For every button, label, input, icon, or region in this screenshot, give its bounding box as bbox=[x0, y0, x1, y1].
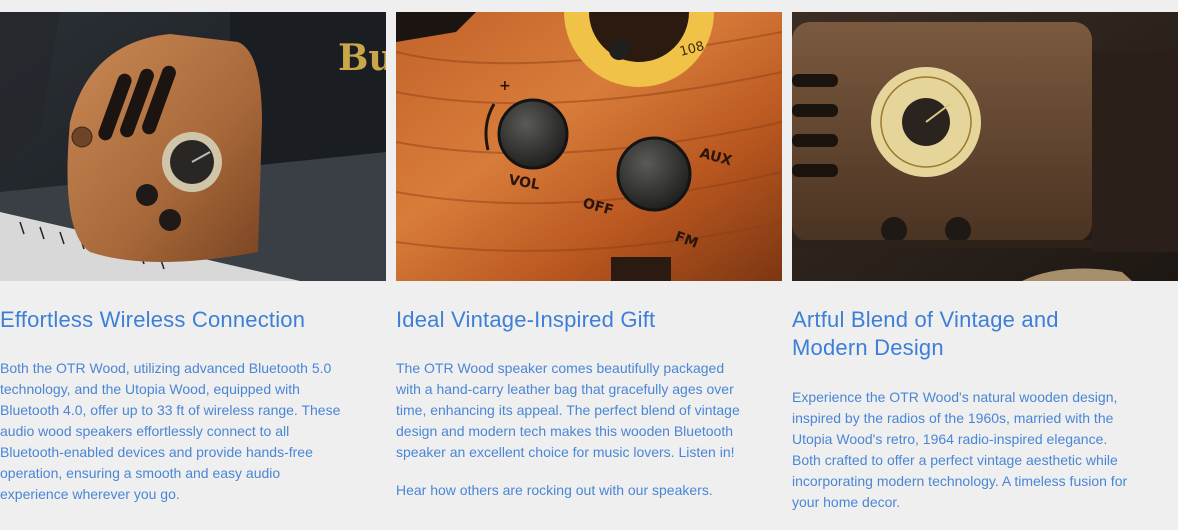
feature-card-gift: 108 + VOL OFF AUX FM Ideal Vintage-Inspi… bbox=[396, 12, 782, 501]
card-title: Effortless Wireless Connection bbox=[0, 307, 306, 332]
utopia-wood-speaker-image bbox=[792, 12, 1178, 281]
plus-label: + bbox=[499, 78, 511, 94]
card-title: Artful Blend of Vintage and Modern Desig… bbox=[792, 307, 1059, 360]
book-logo-text: Bu bbox=[338, 37, 386, 79]
feature-card-wireless: Bu Effortless Wireless Connection Both t… bbox=[0, 12, 386, 505]
card-body: The OTR Wood speaker comes beautifully p… bbox=[396, 360, 740, 460]
testimonials-link-text[interactable]: Hear how others are rocking out with our… bbox=[396, 480, 741, 501]
feature-card-design: Artful Blend of Vintage and Modern Desig… bbox=[792, 12, 1178, 513]
feature-cards-row: Bu Effortless Wireless Connection Both t… bbox=[0, 0, 1178, 530]
card-body: Experience the OTR Wood's natural wooden… bbox=[792, 389, 1128, 510]
otr-wood-speaker-image: Bu bbox=[0, 12, 386, 281]
card-title: Ideal Vintage-Inspired Gift bbox=[396, 307, 656, 332]
speaker-knobs-image: 108 + VOL OFF AUX FM bbox=[396, 12, 782, 281]
card-body: Both the OTR Wood, utilizing advanced Bl… bbox=[0, 360, 341, 502]
